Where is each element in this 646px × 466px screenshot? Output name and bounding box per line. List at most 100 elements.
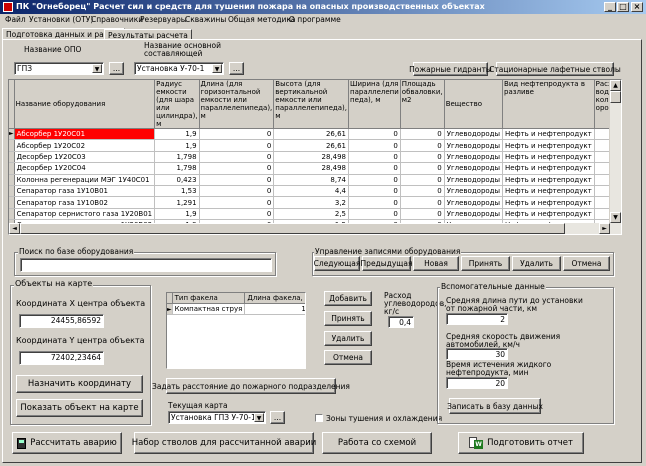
flame-col-length[interactable]: Длина факела, м xyxy=(244,293,305,304)
table-row[interactable]: ► Абсорбер 1У20С01 1,9 0 26,61 0 0 Углеводороды… xyxy=(9,128,621,141)
cell-length[interactable]: 0 xyxy=(199,208,275,221)
col-header-substance[interactable]: Вещество xyxy=(444,80,504,129)
col-header-length[interactable]: Длина (для горизонтальной емкости или па… xyxy=(199,80,275,129)
col-header-name[interactable]: Название оборудования xyxy=(14,80,156,129)
scroll-up-icon[interactable]: ▲ xyxy=(610,80,621,91)
cell-bund-area[interactable]: 0 xyxy=(400,208,445,221)
prev-record-button[interactable]: Предыдущая xyxy=(361,256,412,271)
cell-height[interactable]: 3,2 xyxy=(273,196,350,209)
cell-height[interactable]: 28,498 xyxy=(273,162,350,175)
scroll-thumb[interactable] xyxy=(610,91,621,103)
minimize-button[interactable]: _ xyxy=(604,2,616,12)
cell-product-type[interactable]: Нефть и нефтепродукт xyxy=(502,162,595,175)
cell-substance[interactable]: Углеводороды xyxy=(444,208,504,221)
station-select[interactable]: Установка У-70-1 ▼ xyxy=(134,62,224,75)
cell-product-type[interactable]: Нефть и нефтепродукт xyxy=(502,208,595,221)
cell-height[interactable]: 4,4 xyxy=(273,185,350,198)
cell-length[interactable]: 0 xyxy=(199,185,275,198)
cell-radius[interactable]: 1,9 xyxy=(154,128,200,141)
cell-name[interactable]: Десорбер 1У20С03 xyxy=(14,151,156,164)
next-record-button[interactable]: Следующая xyxy=(314,256,360,271)
nozzle-set-button[interactable]: Набор стволов для рассчитанной аварии xyxy=(132,432,316,454)
table-row[interactable]: Сепаратор газа 1У10В01 1,53 0 4,4 0 0 Углеводо… xyxy=(9,185,621,198)
cell-name[interactable]: Абсорбер 1У20С01 xyxy=(14,128,156,141)
flame-grid[interactable]: Тип факела Длина факела, м ► Компактная … xyxy=(166,292,306,369)
col-header-height[interactable]: Высота (для вертикальной емкости или пар… xyxy=(273,80,350,129)
scroll-right-icon[interactable]: ► xyxy=(599,223,610,234)
cell-width[interactable]: 0 xyxy=(348,185,401,198)
cell-name[interactable]: Сепаратор газа 1У10В02 xyxy=(14,196,156,209)
cell-substance[interactable]: Углеводороды xyxy=(444,128,504,141)
table-row[interactable]: Колонна регенерации МЭГ 1У40С01 0,423 0 8,7… xyxy=(9,174,621,186)
cell-substance[interactable]: Углеводороды xyxy=(444,174,504,186)
zones-checkbox[interactable] xyxy=(315,414,323,422)
flame-accept-button[interactable]: Принять xyxy=(324,311,372,326)
stationary-nozzles-button[interactable]: Стационарные лафетные стволы xyxy=(489,62,621,76)
table-row[interactable]: Абсорбер 1У20С02 1,9 0 26,61 0 0 Углеводороды Н… xyxy=(9,139,621,152)
cell-width[interactable]: 0 xyxy=(348,139,401,152)
cell-radius[interactable]: 1,9 xyxy=(154,208,200,221)
menu-tanks[interactable]: Резервуары xyxy=(140,15,187,24)
col-header-radius[interactable]: Радиус емкости (для шара или цилиндра), … xyxy=(154,80,200,129)
current-map-select[interactable]: Установка ГПЗ У-70-1 ▼ xyxy=(168,411,266,424)
speed-field[interactable]: 30 xyxy=(446,348,508,360)
cell-radius[interactable]: 1,9 xyxy=(154,139,200,152)
cell-width[interactable]: 0 xyxy=(348,151,401,164)
cell-radius[interactable]: 1,291 xyxy=(154,196,200,209)
cell-radius[interactable]: 0,423 xyxy=(154,174,200,186)
grid-vertical-scrollbar[interactable]: ▲ ▼ xyxy=(609,80,621,234)
cell-height[interactable]: 8,74 xyxy=(273,174,350,186)
assign-coordinate-button[interactable]: Назначить координату xyxy=(16,375,143,393)
cell-width[interactable]: 0 xyxy=(348,196,401,209)
cell-length[interactable]: 0 xyxy=(199,128,275,141)
cell-bund-area[interactable]: 0 xyxy=(400,162,445,175)
flame-type-cell[interactable]: Компактная струя xyxy=(172,303,246,315)
cell-product-type[interactable]: Нефть и нефтепродукт xyxy=(502,185,595,198)
row-pointer-icon[interactable]: ► xyxy=(9,128,15,141)
consumption-field[interactable]: 0,4 xyxy=(388,316,414,328)
x-coordinate-field[interactable]: 24455,86592 xyxy=(19,314,104,328)
cell-radius[interactable]: 1,798 xyxy=(154,162,200,175)
new-record-button[interactable]: Новая xyxy=(413,256,459,271)
cell-product-type[interactable]: Нефть и нефтепродукт xyxy=(502,128,595,141)
opo-browse-button[interactable]: ... xyxy=(109,62,124,75)
table-row[interactable]: Десорбер 1У20С04 1,798 0 28,498 0 0 Углеводоро… xyxy=(9,162,621,175)
menu-wells[interactable]: Скважины xyxy=(185,15,226,24)
cell-bund-area[interactable]: 0 xyxy=(400,128,445,141)
save-to-db-button[interactable]: Записать в базу данных xyxy=(447,398,543,414)
scheme-button[interactable]: Работа со схемой xyxy=(322,432,432,454)
cell-width[interactable]: 0 xyxy=(348,162,401,175)
col-header-bund-area[interactable]: Площадь обваловки, м2 xyxy=(400,80,445,129)
hydrants-button[interactable]: Пожарные гидранты xyxy=(409,62,492,76)
hscroll-thumb[interactable] xyxy=(20,223,565,234)
cell-width[interactable]: 0 xyxy=(348,174,401,186)
cell-length[interactable]: 0 xyxy=(199,139,275,152)
opo-select[interactable]: ГПЗ ▼ xyxy=(14,62,104,75)
y-coordinate-field[interactable]: 72402,23464 xyxy=(19,351,104,365)
cell-bund-area[interactable]: 0 xyxy=(400,196,445,209)
cell-height[interactable]: 26,61 xyxy=(273,128,350,141)
cancel-record-button[interactable]: Отмена xyxy=(563,256,610,271)
cell-bund-area[interactable]: 0 xyxy=(400,151,445,164)
cell-substance[interactable]: Углеводороды xyxy=(444,151,504,164)
cell-name[interactable]: Абсорбер 1У20С02 xyxy=(14,139,156,152)
maximize-button[interactable]: □ xyxy=(617,2,629,12)
cell-width[interactable]: 0 xyxy=(348,208,401,221)
menu-about[interactable]: О программе xyxy=(289,15,341,24)
cell-height[interactable]: 26,61 xyxy=(273,139,350,152)
flame-delete-button[interactable]: Удалить xyxy=(324,331,372,346)
cell-name[interactable]: Сепаратор газа 1У10В01 xyxy=(14,185,156,198)
flame-col-type[interactable]: Тип факела xyxy=(172,293,246,304)
cell-length[interactable]: 0 xyxy=(199,151,275,164)
flame-row[interactable]: ► Компактная струя 10 xyxy=(167,303,305,315)
cell-product-type[interactable]: Нефть и нефтепродукт xyxy=(502,139,595,152)
flame-cancel-button[interactable]: Отмена xyxy=(324,350,372,365)
calculate-accident-button[interactable]: Рассчитать аварию xyxy=(12,432,122,454)
table-row[interactable]: Сепаратор сернистого газа 1У20В01 1,9 0 2,5… xyxy=(9,208,621,221)
cell-height[interactable]: 28,498 xyxy=(273,151,350,164)
cell-length[interactable]: 0 xyxy=(199,196,275,209)
scroll-down-icon[interactable]: ▼ xyxy=(610,212,621,223)
grid-horizontal-scrollbar[interactable]: ◄ ► xyxy=(9,223,610,234)
cell-width[interactable]: 0 xyxy=(348,128,401,141)
search-input[interactable] xyxy=(20,258,272,272)
